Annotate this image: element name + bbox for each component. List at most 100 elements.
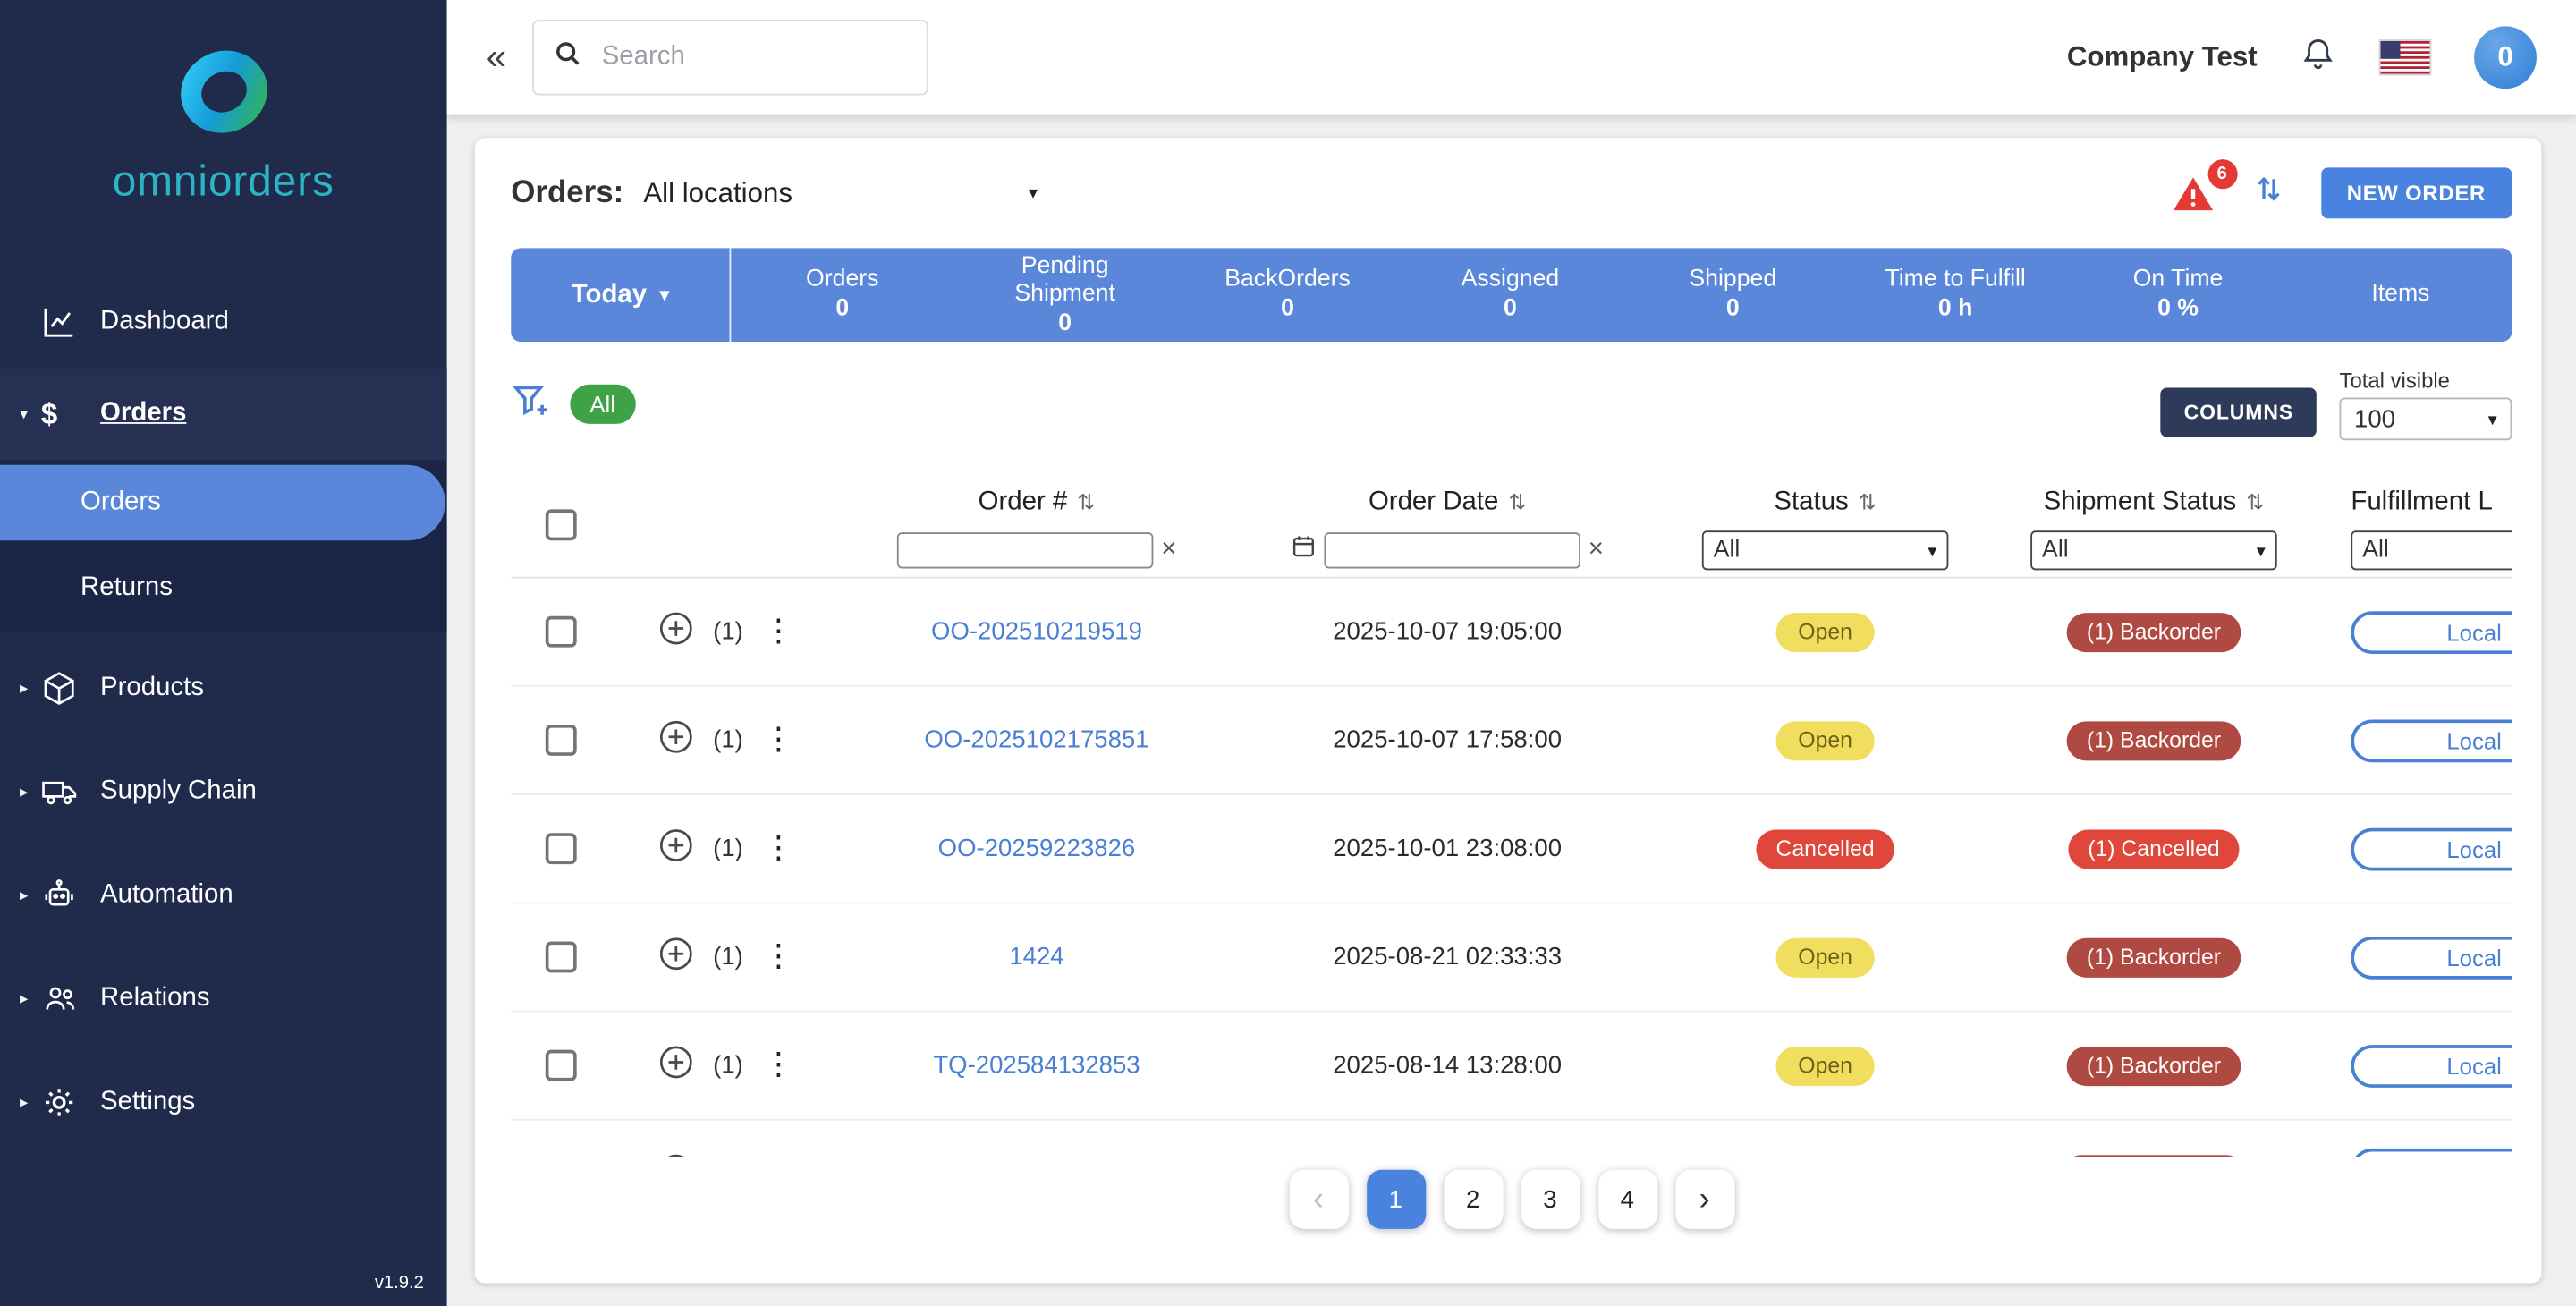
- status-badge: Open: [1776, 937, 1875, 977]
- chevron-down-icon: ▾: [1029, 182, 1038, 204]
- expand-plus-icon[interactable]: [659, 1152, 694, 1157]
- expand-plus-icon[interactable]: [659, 827, 694, 870]
- chevron-down-icon: ▾: [2257, 539, 2266, 561]
- language-flag-icon[interactable]: [2379, 39, 2432, 75]
- logo-text: omniorders: [113, 156, 335, 207]
- sidebar-item-orders[interactable]: Orders: [0, 465, 445, 540]
- calendar-icon[interactable]: [1291, 534, 1316, 567]
- alerts-warning-icon[interactable]: 6: [2169, 174, 2215, 213]
- logo[interactable]: omniorders: [0, 0, 447, 265]
- row-checkbox[interactable]: [546, 1050, 577, 1081]
- column-header-status[interactable]: Status: [1774, 488, 1848, 518]
- column-header-order[interactable]: Order #: [979, 488, 1068, 518]
- filter-all-pill[interactable]: All: [570, 385, 635, 424]
- table-row: (1) ⋮ OO-20259223826 2025-10-01 23:08:00…: [511, 795, 2512, 903]
- page-button-4[interactable]: 4: [1597, 1170, 1657, 1229]
- fulfillment-badge[interactable]: Local: [2351, 1044, 2512, 1087]
- order-filter-input[interactable]: [897, 532, 1154, 568]
- sort-icon[interactable]: ⇅: [2246, 489, 2264, 515]
- chevron-right-icon: ▸: [20, 886, 41, 904]
- row-menu-icon[interactable]: ⋮: [763, 1047, 794, 1084]
- sidebar-item-relations[interactable]: ▸ Relations: [0, 953, 447, 1045]
- row-checkbox[interactable]: [546, 833, 577, 864]
- page-button-1[interactable]: 1: [1366, 1170, 1425, 1229]
- order-link[interactable]: 1424: [1009, 943, 1063, 971]
- page-button-3[interactable]: 3: [1521, 1170, 1580, 1229]
- sidebar-item-label: Returns: [80, 573, 173, 603]
- column-header-shipment-status[interactable]: Shipment Status: [2044, 488, 2237, 518]
- fulfillment-badge[interactable]: [2351, 1149, 2512, 1157]
- shipment-status-badge: (1) Backorder: [2067, 937, 2241, 977]
- status-filter-select[interactable]: All ▾: [1702, 530, 1949, 570]
- new-order-button[interactable]: NEW ORDER: [2320, 167, 2512, 218]
- expand-column-header: [609, 487, 839, 577]
- expand-plus-icon[interactable]: [659, 1044, 694, 1087]
- row-menu-icon[interactable]: ⋮: [763, 830, 794, 868]
- sort-icon[interactable]: ⇅: [1077, 489, 1095, 515]
- user-avatar[interactable]: 0: [2474, 26, 2537, 89]
- order-link[interactable]: TQ-202584132853: [933, 1052, 1140, 1080]
- search-icon: [554, 39, 581, 75]
- fulfillment-badge[interactable]: Local: [2351, 936, 2512, 979]
- row-menu-icon[interactable]: ⋮: [763, 938, 794, 976]
- column-header-fulfillment[interactable]: Fulfillment L: [2351, 488, 2492, 518]
- sidebar-item-orders-group[interactable]: ▾ $ Orders: [0, 368, 447, 460]
- chevron-right-icon: ▸: [20, 679, 41, 697]
- page-button-2[interactable]: 2: [1444, 1170, 1503, 1229]
- expand-plus-icon[interactable]: [659, 936, 694, 979]
- sidebar-item-label: Settings: [100, 1088, 195, 1117]
- fulfillment-badge[interactable]: Local: [2351, 719, 2512, 762]
- row-menu-icon[interactable]: ⋮: [763, 613, 794, 650]
- sort-icon[interactable]: ⇅: [1508, 489, 1526, 515]
- row-item-count: (1): [713, 835, 743, 862]
- clear-icon[interactable]: ×: [1589, 538, 1604, 564]
- order-date: 2025-10-07 19:05:00: [1333, 618, 1562, 646]
- filter-funnel-icon[interactable]: [511, 380, 550, 428]
- search-box[interactable]: [533, 20, 929, 95]
- order-link[interactable]: OO-2025102175851: [924, 726, 1148, 754]
- order-link[interactable]: OO-20259223826: [938, 835, 1136, 862]
- previous-page-button[interactable]: ‹: [1289, 1170, 1348, 1229]
- clear-icon[interactable]: ×: [1161, 538, 1176, 564]
- select-all-checkbox[interactable]: [546, 509, 577, 540]
- sidebar-item-automation[interactable]: ▸ Automation: [0, 850, 447, 942]
- sidebar-item-supply-chain[interactable]: ▸ Supply Chain: [0, 746, 447, 838]
- row-checkbox[interactable]: [546, 941, 577, 972]
- sidebar-item-settings[interactable]: ▸ Settings: [0, 1056, 447, 1149]
- expand-plus-icon[interactable]: [659, 719, 694, 762]
- shipment-status-filter-select[interactable]: All ▾: [2030, 530, 2277, 570]
- total-visible-group: Total visible 100 ▾: [2340, 368, 2512, 440]
- notifications-bell-icon[interactable]: [2300, 34, 2335, 81]
- fulfillment-badge[interactable]: Local: [2351, 610, 2512, 653]
- order-date-filter-input[interactable]: [1324, 532, 1580, 568]
- columns-button[interactable]: COLUMNS: [2161, 387, 2317, 437]
- period-select[interactable]: Today ▾: [511, 248, 731, 342]
- stat-on-time: On Time 0 %: [2067, 248, 2290, 342]
- chevron-down-icon: ▾: [1928, 539, 1936, 561]
- order-link[interactable]: OO-202510219519: [931, 618, 1142, 646]
- row-menu-icon[interactable]: ⋮: [763, 721, 794, 759]
- fulfillment-badge[interactable]: Local: [2351, 827, 2512, 870]
- column-header-order-date[interactable]: Order Date: [1368, 488, 1498, 518]
- row-item-count: (1): [713, 618, 743, 646]
- search-input[interactable]: [598, 41, 907, 74]
- company-name[interactable]: Company Test: [2067, 41, 2258, 74]
- sidebar-item-dashboard[interactable]: Dashboard: [0, 276, 447, 369]
- row-checkbox[interactable]: [546, 616, 577, 648]
- period-value: Today: [572, 280, 647, 310]
- sidebar-item-products[interactable]: ▸ Products: [0, 642, 447, 734]
- next-page-button[interactable]: ›: [1675, 1170, 1734, 1229]
- sort-arrows-icon[interactable]: [2251, 173, 2284, 214]
- sidebar-item-returns[interactable]: Returns: [0, 546, 447, 632]
- row-checkbox[interactable]: [546, 725, 577, 756]
- table-row: (1) ⋮ 1424 2025-08-21 02:33:33 Open (1) …: [511, 903, 2512, 1012]
- sort-icon[interactable]: ⇅: [1859, 489, 1877, 515]
- total-visible-select[interactable]: 100 ▾: [2340, 397, 2512, 440]
- collapse-sidebar-icon[interactable]: «: [487, 36, 507, 79]
- fulfillment-filter-select[interactable]: All: [2351, 530, 2512, 570]
- dashboard-icon: [41, 304, 100, 340]
- expand-plus-icon[interactable]: [659, 610, 694, 653]
- location-select[interactable]: All locations ▾: [643, 176, 1038, 209]
- chevron-down-icon: ▾: [20, 405, 41, 423]
- pagination: ‹ 1 2 3 4 ›: [511, 1170, 2512, 1229]
